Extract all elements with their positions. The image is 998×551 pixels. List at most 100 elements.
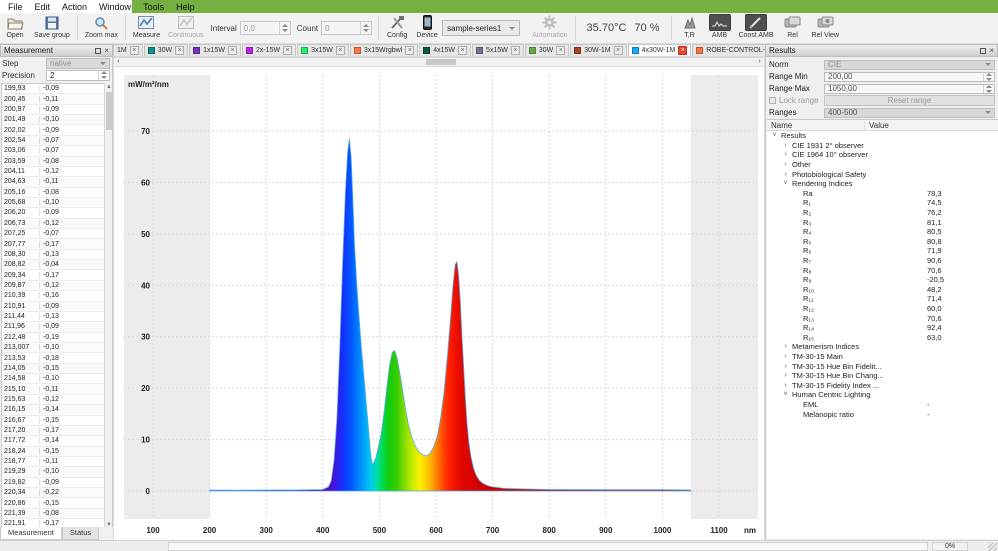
tree-row[interactable]: R₁₄92,4 <box>767 323 998 333</box>
menu-item-action[interactable]: Action <box>56 2 93 12</box>
close-icon[interactable]: × <box>511 46 520 55</box>
table-row[interactable]: 220,34-0,22 <box>2 488 104 498</box>
close-panel-icon[interactable]: × <box>104 48 109 54</box>
table-row[interactable]: 202,02-0,09 <box>2 125 104 135</box>
series-tab[interactable]: 3x15W× <box>297 44 349 56</box>
tree-row[interactable]: ›CIE 1931 2° observer <box>767 141 998 151</box>
table-row[interactable]: 200,45-0,11 <box>2 94 104 104</box>
table-row[interactable]: 208,30-0,13 <box>2 250 104 260</box>
scroll-up-icon[interactable]: ▲ <box>105 83 113 91</box>
tree-row[interactable]: R₉-20,5 <box>767 275 998 285</box>
table-row[interactable]: 217,72-0,14 <box>2 436 104 446</box>
tr-button[interactable]: T,R <box>675 13 705 43</box>
tree-row[interactable]: R₅80,8 <box>767 237 998 247</box>
expand-icon[interactable]: › <box>782 363 789 370</box>
tree-row[interactable]: R₃81,1 <box>767 217 998 227</box>
expand-icon[interactable]: › <box>782 382 789 389</box>
table-row[interactable]: 205,68-0,10 <box>2 198 104 208</box>
series-tab[interactable]: 4x15W× <box>419 44 471 56</box>
expand-icon[interactable]: › <box>782 142 789 149</box>
norm-select[interactable]: CIE <box>824 60 995 70</box>
tree-row[interactable]: ›TM-30-15 Fidelity Index ... <box>767 380 998 390</box>
range-min-spinbox[interactable]: 200,00 <box>824 72 995 82</box>
tree-row[interactable]: R₁₀48,2 <box>767 285 998 295</box>
table-row[interactable]: 212,48-0,19 <box>2 333 104 343</box>
series-tab[interactable]: 1M× <box>113 44 143 56</box>
menu-item-tools[interactable]: Tools <box>137 2 170 12</box>
precision-spinbox[interactable]: 2 <box>46 70 110 81</box>
tree-row[interactable]: ›Photobiological Safety <box>767 169 998 179</box>
table-row[interactable]: 215,63-0,12 <box>2 395 104 405</box>
series-tab[interactable]: 3x15Wrgbwl× <box>350 44 418 56</box>
tree-row[interactable]: ˅Human Centric Lighting <box>767 390 998 400</box>
close-icon[interactable]: × <box>405 46 414 55</box>
tree-row[interactable]: R₄80,5 <box>767 227 998 237</box>
tree-row[interactable]: ˅Rendering Indices <box>767 179 998 189</box>
close-icon[interactable]: × <box>336 46 345 55</box>
collapse-icon[interactable]: ˅ <box>782 391 789 398</box>
tree-row[interactable]: Melanopic ratio- <box>767 409 998 419</box>
series-tab[interactable]: 5x15W× <box>472 44 524 56</box>
tree-row[interactable]: ›Other <box>767 160 998 170</box>
tree-row[interactable]: ›TM-30-15 Hue Bin Fidelit... <box>767 361 998 371</box>
table-row[interactable]: 209,34-0,17 <box>2 270 104 280</box>
close-icon[interactable]: × <box>458 46 467 55</box>
tree-row[interactable]: R₁₃70,6 <box>767 313 998 323</box>
table-row[interactable]: 219,29-0,10 <box>2 467 104 477</box>
tree-row[interactable]: R₁₅63,0 <box>767 332 998 342</box>
expand-icon[interactable]: › <box>782 171 789 178</box>
table-row[interactable]: 201,49-0,10 <box>2 115 104 125</box>
tree-row[interactable]: R₁₂60,0 <box>767 304 998 314</box>
tree-row[interactable]: R₁₁71,4 <box>767 294 998 304</box>
menu-item-file[interactable]: File <box>2 2 29 12</box>
table-row[interactable]: 214,58-0,10 <box>2 374 104 384</box>
count-spin-arrows[interactable] <box>360 22 371 34</box>
range-max-spinbox[interactable]: 1050,00 <box>824 84 995 94</box>
tree-row[interactable]: ›CIE 1964 10° observer <box>767 150 998 160</box>
zoom-max-button[interactable]: Zoom max <box>81 13 122 43</box>
range-min-spin-arrows[interactable] <box>983 73 994 81</box>
tree-row[interactable]: R₈70,6 <box>767 265 998 275</box>
table-row[interactable]: 208,82-0,04 <box>2 260 104 270</box>
count-spinbox[interactable]: 0 <box>321 21 372 35</box>
range-max-spin-arrows[interactable] <box>983 85 994 93</box>
step-select[interactable]: native <box>46 58 110 69</box>
table-row[interactable]: 203,06-0,07 <box>2 146 104 156</box>
tree-row[interactable]: ›TM-30-15 Hue Bin Chang... <box>767 371 998 381</box>
collapse-icon[interactable]: ˅ <box>782 180 789 187</box>
rel-button[interactable]: Rel <box>778 13 808 43</box>
expand-icon[interactable]: › <box>782 151 789 158</box>
config-button[interactable]: Config <box>382 13 412 43</box>
expand-icon[interactable]: › <box>782 343 789 350</box>
table-row[interactable]: 211,44-0,13 <box>2 312 104 322</box>
table-row[interactable]: 218,77-0,11 <box>2 457 104 467</box>
device-button[interactable]: Device <box>412 13 442 43</box>
ranges-select[interactable]: 400-500 <box>824 108 995 118</box>
automation-button[interactable]: Automation <box>528 13 571 43</box>
rel-view-button[interactable]: Rel View <box>808 13 844 43</box>
tree-row[interactable]: ˅Results <box>767 131 998 141</box>
table-row[interactable]: 213,007-0,10 <box>2 343 104 353</box>
menu-item-window[interactable]: Window <box>93 2 137 12</box>
series-tab[interactable]: 2x-15W× <box>242 44 296 56</box>
tab-measurement[interactable]: Measurement <box>0 527 62 540</box>
table-row[interactable]: 205,16-0,08 <box>2 188 104 198</box>
menu-item-edit[interactable]: Edit <box>29 2 57 12</box>
precision-spin-arrows[interactable] <box>98 71 109 80</box>
tree-row[interactable]: R₇90,6 <box>767 256 998 266</box>
tree-row[interactable]: EML- <box>767 400 998 410</box>
expand-icon[interactable]: › <box>782 372 789 379</box>
resize-grip[interactable] <box>988 543 997 551</box>
collapse-icon[interactable]: ˅ <box>771 132 778 139</box>
close-panel-icon[interactable]: × <box>989 48 994 54</box>
close-icon[interactable]: × <box>614 46 623 55</box>
measure-button[interactable]: Measure <box>129 13 164 43</box>
tree-row[interactable]: ›TM-30-15 Main <box>767 352 998 362</box>
table-row[interactable]: 209,87-0,12 <box>2 281 104 291</box>
series-tab[interactable]: 4x30W-1M× <box>628 44 692 56</box>
table-row[interactable]: 216,15-0,14 <box>2 405 104 415</box>
table-row[interactable]: 204,63-0,11 <box>2 177 104 187</box>
float-panel-icon[interactable] <box>980 48 986 54</box>
table-row[interactable]: 219,82-0,09 <box>2 478 104 488</box>
table-row[interactable]: 218,24-0,15 <box>2 447 104 457</box>
